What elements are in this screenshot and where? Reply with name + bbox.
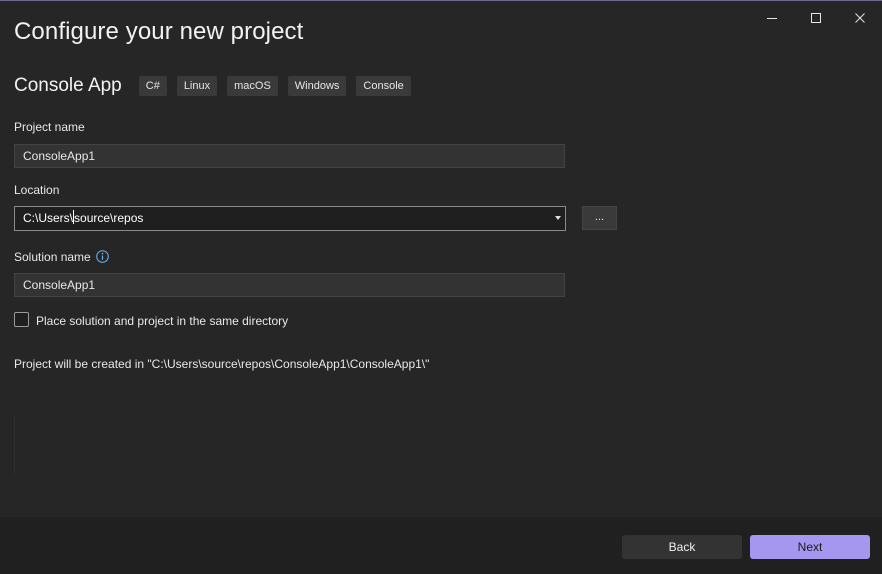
close-button[interactable] bbox=[838, 7, 882, 29]
project-path-info: Project will be created in "C:\Users\sou… bbox=[14, 357, 430, 371]
template-header: Console App C# Linux macOS Windows Conso… bbox=[14, 75, 421, 97]
solution-name-label: Solution name bbox=[14, 250, 91, 264]
page-title: Configure your new project bbox=[14, 18, 304, 45]
tag-csharp: C# bbox=[138, 76, 167, 96]
info-icon[interactable] bbox=[96, 250, 109, 263]
location-combobox[interactable]: C:\Users\source\repos bbox=[14, 206, 566, 231]
project-name-input[interactable]: ConsoleApp1 bbox=[14, 144, 565, 168]
tag-console: Console bbox=[356, 76, 411, 96]
minimize-icon bbox=[767, 18, 777, 19]
back-button[interactable]: Back bbox=[622, 535, 742, 559]
location-label: Location bbox=[14, 183, 60, 197]
project-name-label: Project name bbox=[14, 120, 85, 134]
tag-windows: Windows bbox=[287, 76, 347, 96]
maximize-button[interactable] bbox=[794, 7, 838, 29]
window-controls bbox=[750, 7, 882, 29]
tag-macos: macOS bbox=[227, 76, 278, 96]
solution-name-input[interactable]: ConsoleApp1 bbox=[14, 273, 565, 297]
browse-button[interactable]: ... bbox=[582, 206, 617, 230]
same-directory-label[interactable]: Place solution and project in the same d… bbox=[36, 314, 288, 328]
minimize-button[interactable] bbox=[750, 7, 794, 29]
footer-bar: Back Next bbox=[0, 517, 882, 574]
location-value-end: source\repos bbox=[74, 211, 144, 225]
tag-linux: Linux bbox=[176, 76, 218, 96]
maximize-icon bbox=[811, 13, 821, 23]
next-button[interactable]: Next bbox=[750, 535, 870, 559]
same-directory-checkbox[interactable] bbox=[14, 312, 29, 327]
close-icon bbox=[855, 13, 865, 23]
template-name: Console App bbox=[14, 75, 122, 96]
configure-project-dialog: Configure your new project Console App C… bbox=[0, 0, 882, 574]
divider bbox=[14, 416, 15, 474]
location-value-start: C:\Users\ bbox=[23, 211, 74, 225]
dropdown-arrow-icon[interactable] bbox=[555, 216, 561, 220]
